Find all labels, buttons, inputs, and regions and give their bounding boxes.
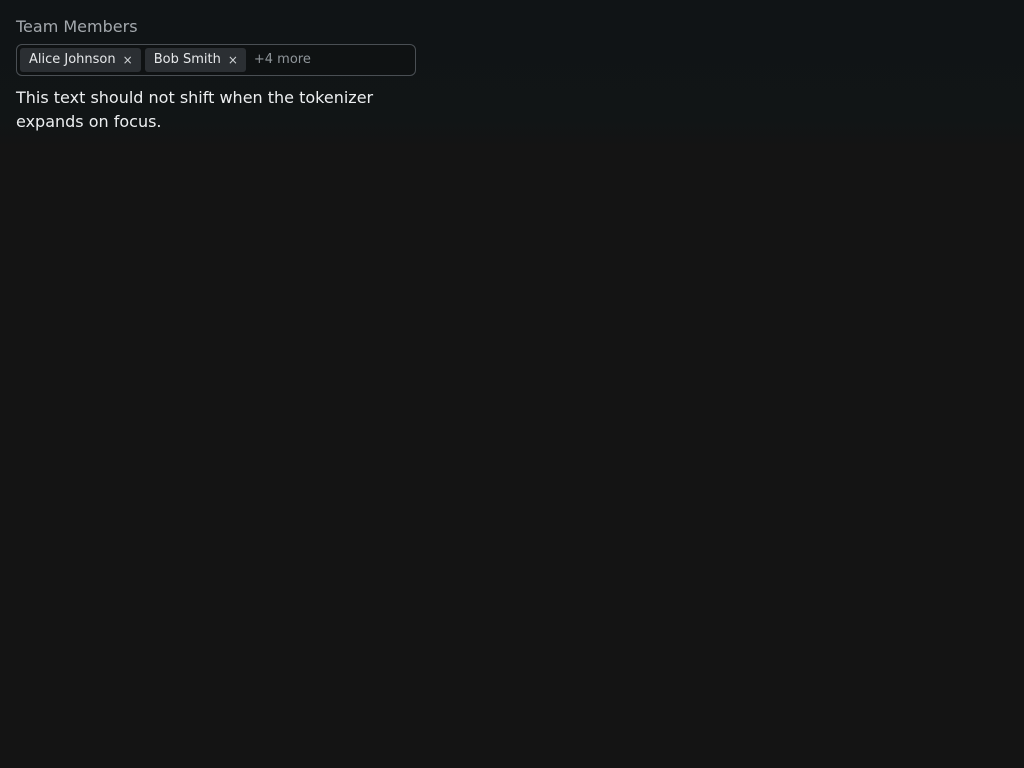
token-label: Alice Johnson	[29, 52, 116, 67]
close-icon[interactable]: ×	[123, 48, 133, 72]
overflow-count[interactable]: +4 more	[254, 48, 311, 72]
token-label: Bob Smith	[153, 52, 221, 67]
tokenizer[interactable]: Alice Johnson × Bob Smith × +4 more	[16, 44, 416, 76]
close-icon[interactable]: ×	[228, 48, 238, 72]
team-members-field: Team Members Alice Johnson × Bob Smith ×…	[16, 16, 416, 134]
helper-text: This text should not shift when the toke…	[16, 88, 374, 131]
token-bob-smith[interactable]: Bob Smith ×	[144, 48, 246, 72]
token-alice-johnson[interactable]: Alice Johnson ×	[20, 48, 141, 72]
field-label: Team Members	[16, 17, 138, 36]
tokenizer-input[interactable]	[314, 47, 412, 73]
